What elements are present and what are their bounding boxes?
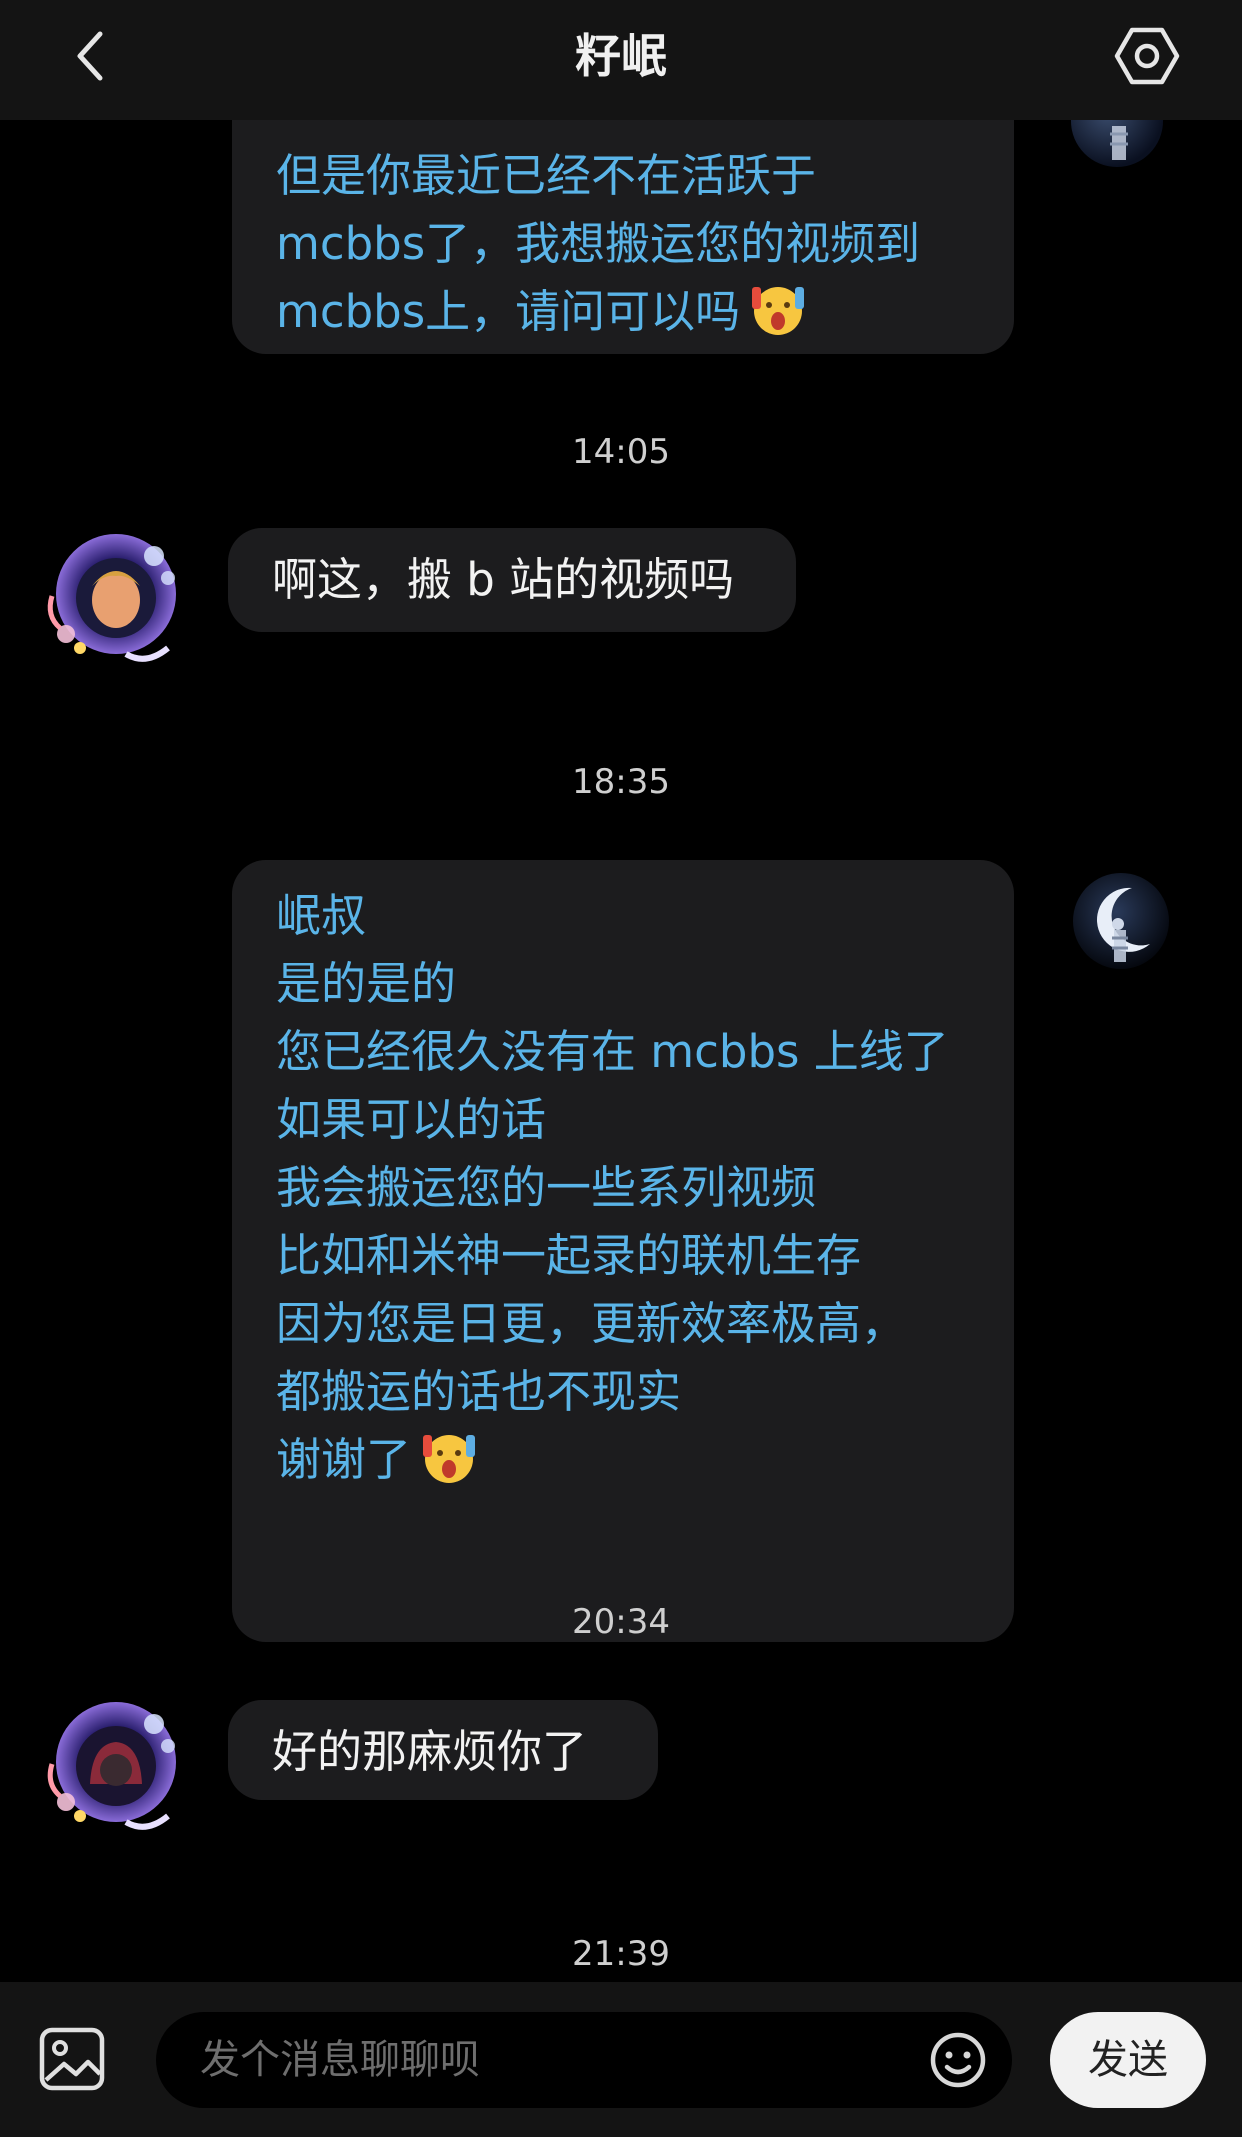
message-text: 谢谢了 [276, 1433, 412, 1486]
message-line: mcbbs上，请问可以吗 [276, 278, 972, 346]
message-line: 啊这，搬 b 站的视频吗 [272, 553, 735, 606]
message-line: 因为您是日更，更新效率极高， [276, 1297, 907, 1350]
message-line: 如果可以的话 [276, 1093, 547, 1146]
timestamp: 18:35 [572, 762, 670, 802]
timestamp: 21:39 [572, 1934, 670, 1974]
message-bubble-mine[interactable]: 岷叔 是的是的 您已经很久没有在 mcbbs 上线了 如果可以的话 我会搬运您的… [232, 860, 1014, 1642]
message-line: 比如和米神一起录的联机生存 [276, 1229, 862, 1282]
message-line: 岷叔 [276, 889, 367, 942]
timestamp: 20:34 [572, 1602, 670, 1642]
contact-avatar[interactable] [36, 1684, 194, 1842]
message-line: mcbbs了，我想搬运您的视频到 [276, 217, 921, 270]
message-input[interactable]: 发个消息聊聊呗 [156, 2012, 1012, 2108]
chat-title: 籽岷 [575, 29, 667, 83]
composer-bar: 发个消息聊聊呗 发送 [0, 1982, 1242, 2137]
message-line: 好的那麻烦你了 [272, 1725, 588, 1778]
message-line: 但是你最近已经不在活跃于 [276, 149, 817, 202]
contact-avatar[interactable] [36, 516, 194, 674]
my-avatar[interactable] [1072, 872, 1170, 970]
message-input-placeholder: 发个消息聊聊呗 [200, 2037, 480, 2083]
settings-icon[interactable] [1114, 26, 1180, 86]
message-line: 我会搬运您的一些系列视频 [276, 1161, 817, 1214]
surprised-face-emoji-icon [752, 287, 805, 335]
smiley-icon[interactable] [928, 2030, 988, 2090]
my-avatar[interactable] [1070, 120, 1164, 168]
send-button[interactable]: 发送 [1050, 2012, 1206, 2108]
top-bar: 籽岷 [0, 0, 1242, 120]
message-line: 都搬运的话也不现实 [276, 1365, 682, 1418]
message-line: 谢谢了 [276, 1426, 972, 1494]
message-list[interactable]: 但是你最近已经不在活跃于 mcbbs了，我想搬运您的视频到 mcbbs上，请问可… [0, 120, 1242, 1982]
message-bubble-contact[interactable]: 好的那麻烦你了 [228, 1700, 658, 1800]
message-text: mcbbs上，请问可以吗 [276, 285, 741, 338]
message-bubble-contact[interactable]: 啊这，搬 b 站的视频吗 [228, 528, 796, 632]
message-line: 是的是的 [276, 957, 457, 1010]
surprised-face-emoji-icon [423, 1435, 476, 1483]
message-line: 您已经很久没有在 mcbbs 上线了 [276, 1025, 949, 1078]
message-bubble-mine[interactable]: 但是你最近已经不在活跃于 mcbbs了，我想搬运您的视频到 mcbbs上，请问可… [232, 120, 1014, 354]
image-icon[interactable] [38, 2026, 106, 2092]
timestamp: 14:05 [572, 432, 670, 472]
